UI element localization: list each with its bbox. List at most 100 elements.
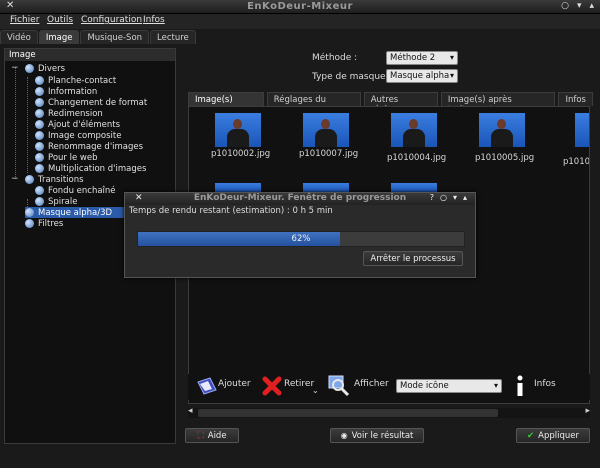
folder-icon bbox=[25, 208, 34, 217]
window-controls: ○ ▾ ▴ bbox=[561, 1, 594, 11]
gallery-toolbar: Ajouter Retirer ⌄ Afficher Mode icône ▾ I… bbox=[188, 374, 590, 400]
render-status-text: Temps de rendu restant (estimation) : 0 … bbox=[129, 206, 333, 216]
voir-resultat-button[interactable]: ◉ Voir le résultat bbox=[330, 428, 424, 443]
tab-musique-son[interactable]: Musique-Son bbox=[80, 30, 150, 44]
maximize-icon[interactable]: ▴ bbox=[463, 193, 467, 202]
tree-node-filtres[interactable]: Filtres bbox=[25, 218, 63, 229]
tab-image[interactable]: Image bbox=[38, 30, 80, 44]
dialog-titlebar: ✕ EnKoDeur-Mixeur. Fenêtre de progressio… bbox=[125, 193, 475, 205]
progress-dialog: ✕ EnKoDeur-Mixeur. Fenêtre de progressio… bbox=[124, 192, 476, 278]
folder-icon bbox=[25, 219, 34, 228]
thumbnail-image[interactable] bbox=[215, 113, 261, 147]
methode-select[interactable]: Méthode 2 ▾ bbox=[386, 51, 458, 65]
thumbnail-caption: p1010004.jpg bbox=[387, 153, 447, 163]
menubar: Fichier Outils Configuration Infos bbox=[0, 14, 600, 29]
tree-item[interactable]: Redimension bbox=[35, 108, 103, 119]
thumbnail-image[interactable] bbox=[391, 113, 437, 147]
circle-icon[interactable]: ○ bbox=[561, 1, 569, 11]
tree-item[interactable]: Image composite bbox=[35, 130, 121, 141]
subtabs: Image(s) source Réglages du masque Autre… bbox=[188, 92, 596, 115]
minimize-icon[interactable]: ▾ bbox=[577, 1, 582, 11]
subtab-autres-reglages[interactable]: Autres réglages bbox=[363, 92, 438, 115]
tree-item[interactable]: Changement de format bbox=[35, 97, 147, 108]
item-icon bbox=[35, 76, 44, 85]
thumbnail-image[interactable] bbox=[575, 113, 589, 147]
thumbnail-image[interactable] bbox=[479, 113, 525, 147]
progress-label: 62% bbox=[291, 234, 311, 244]
chevron-down-icon[interactable]: ⌄ bbox=[312, 386, 319, 395]
subtab-reglages-masque[interactable]: Réglages du masque bbox=[266, 92, 361, 115]
collapse-icon[interactable]: − bbox=[11, 174, 19, 184]
tree-item[interactable]: Ajout d'éléments bbox=[35, 119, 120, 130]
scroll-left-icon[interactable]: ◂ bbox=[188, 406, 193, 416]
tree-connector bbox=[15, 67, 16, 179]
appliquer-button[interactable]: ✔ Appliquer bbox=[516, 428, 590, 443]
folder-icon bbox=[25, 64, 34, 73]
type-masque-label: Type de masque : bbox=[312, 72, 392, 82]
mode-select[interactable]: Mode icône ▾ bbox=[396, 379, 502, 393]
type-masque-select[interactable]: Masque alpha ▾ bbox=[386, 69, 458, 83]
thumbnail-caption: p1010005.jpg bbox=[475, 153, 535, 163]
dialog-controls: ? ○ ▾ ▴ bbox=[430, 193, 467, 202]
item-icon bbox=[35, 120, 44, 129]
help-icon[interactable]: ? bbox=[430, 193, 434, 202]
item-icon bbox=[35, 153, 44, 162]
eye-icon: ◉ bbox=[340, 431, 348, 440]
thumbnail-caption: p1010002.jpg bbox=[211, 149, 271, 159]
aide-button[interactable]: ⛶ Aide bbox=[185, 428, 239, 443]
tree-item[interactable]: Planche-contact bbox=[35, 75, 116, 86]
magnifier-icon[interactable] bbox=[328, 375, 350, 397]
menu-configuration[interactable]: Configuration bbox=[81, 15, 142, 25]
infos-button[interactable]: Infos bbox=[534, 379, 556, 389]
item-icon bbox=[35, 131, 44, 140]
tree-item[interactable]: Multiplication d'images bbox=[35, 163, 146, 174]
chevron-down-icon: ▾ bbox=[449, 53, 454, 62]
progress-bar: 62% bbox=[137, 231, 465, 247]
methode-label: Méthode : bbox=[312, 53, 358, 63]
circle-icon[interactable]: ○ bbox=[440, 193, 447, 202]
item-icon bbox=[35, 197, 44, 206]
thumbnail-image[interactable] bbox=[303, 113, 349, 147]
ajouter-button[interactable]: Ajouter bbox=[218, 379, 251, 389]
menu-infos[interactable]: Infos bbox=[143, 15, 165, 25]
tab-lecture[interactable]: Lecture bbox=[150, 30, 196, 44]
subtab-infos[interactable]: Infos bbox=[558, 92, 593, 106]
minimize-icon[interactable]: ▾ bbox=[453, 193, 457, 202]
menu-outils[interactable]: Outils bbox=[47, 15, 73, 25]
chevron-down-icon: ▾ bbox=[449, 71, 454, 80]
subtab-images-source[interactable]: Image(s) source bbox=[188, 92, 264, 115]
maximize-icon[interactable]: ▴ bbox=[589, 1, 594, 11]
afficher-button[interactable]: Afficher bbox=[354, 379, 389, 389]
window-title: EnKoDeur-Mixeur bbox=[247, 1, 353, 12]
tree-node-divers[interactable]: − Divers bbox=[11, 63, 65, 74]
horizontal-scrollbar[interactable]: ◂ ▸ bbox=[188, 406, 590, 418]
remove-icon[interactable] bbox=[262, 376, 282, 396]
subtab-images-apres[interactable]: Image(s) après traitement bbox=[440, 92, 556, 115]
item-icon bbox=[35, 109, 44, 118]
menu-fichier[interactable]: Fichier bbox=[10, 15, 39, 25]
info-icon[interactable] bbox=[514, 375, 526, 397]
tree-node-masque-alpha-3d[interactable]: Masque alpha/3D bbox=[25, 207, 133, 218]
tree-item[interactable]: Fondu enchaîné bbox=[35, 185, 116, 196]
retirer-button[interactable]: Retirer bbox=[284, 379, 314, 389]
tree-connector bbox=[27, 77, 28, 173]
tree-item[interactable]: Renommage d'images bbox=[35, 141, 143, 152]
chevron-down-icon: ▾ bbox=[493, 381, 498, 390]
scrollbar-thumb[interactable] bbox=[198, 409, 498, 417]
main-tabs: Vidéo Image Musique-Son Lecture bbox=[0, 30, 197, 44]
collapse-icon[interactable]: − bbox=[11, 63, 19, 73]
dialog-title: EnKoDeur-Mixeur. Fenêtre de progression bbox=[193, 193, 407, 203]
arreter-processus-button[interactable]: Arrêter le processus bbox=[363, 251, 463, 266]
thumbnail-caption: p1010 bbox=[563, 157, 590, 167]
tree-node-transitions[interactable]: − Transitions bbox=[11, 174, 84, 185]
tab-video[interactable]: Vidéo bbox=[0, 30, 38, 44]
tree-item[interactable]: Information bbox=[35, 86, 97, 97]
item-icon bbox=[35, 186, 44, 195]
tree-item[interactable]: Pour le web bbox=[35, 152, 97, 163]
checkmark-icon: ✔ bbox=[527, 430, 535, 441]
item-icon bbox=[35, 98, 44, 107]
tree-item[interactable]: Spirale bbox=[35, 196, 77, 207]
add-image-icon[interactable] bbox=[196, 376, 218, 396]
left-panel-header: Image bbox=[5, 49, 175, 61]
scroll-right-icon[interactable]: ▸ bbox=[585, 406, 590, 416]
